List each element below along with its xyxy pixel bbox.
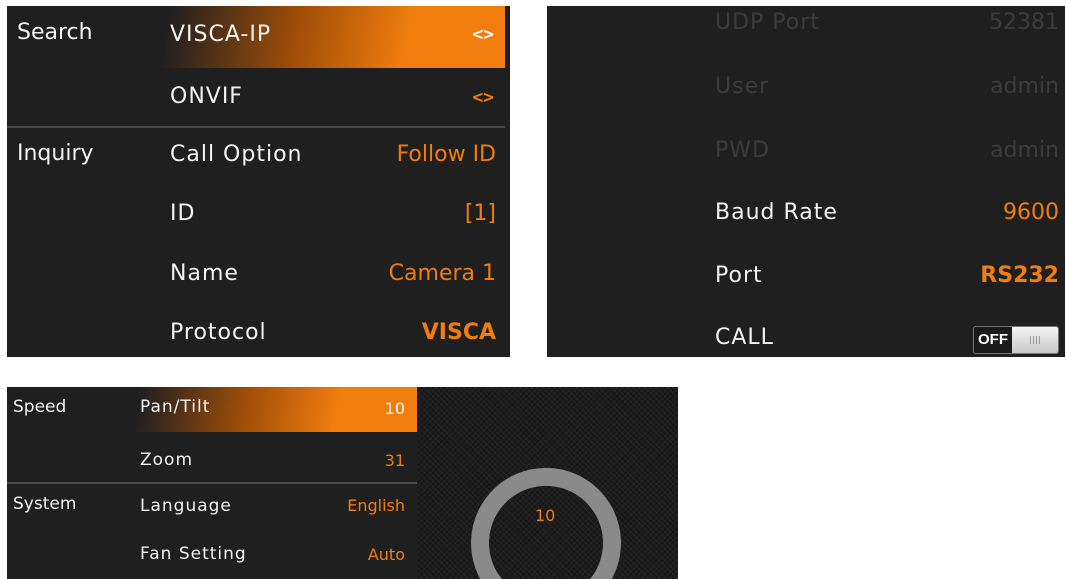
- menu-label-call: CALL: [715, 325, 774, 350]
- toggle-knob[interactable]: [1012, 327, 1058, 353]
- menu-row-visca-ip[interactable]: Search VISCA-IP <>: [7, 6, 510, 68]
- menu-panel-search-inquiry: Search VISCA-IP <> ONVIF <> Inquiry Call…: [7, 6, 510, 357]
- menu-row-onvif[interactable]: ONVIF <>: [7, 68, 510, 126]
- menu-label-id: ID: [170, 201, 196, 226]
- menu-value-fan-setting[interactable]: Auto: [368, 547, 405, 563]
- menu-value-id[interactable]: [1]: [465, 203, 496, 225]
- menu-label-udp-port: UDP Port: [715, 10, 820, 35]
- menu-row-id[interactable]: ID [1]: [7, 188, 510, 246]
- speed-dial-area: 10: [417, 387, 678, 579]
- menu-row-pan-tilt[interactable]: Speed Pan/Tilt 10: [7, 387, 417, 432]
- menu-label-language: Language: [140, 496, 232, 516]
- menu-value-port[interactable]: RS232: [980, 265, 1059, 287]
- section-label-inquiry: Inquiry: [17, 141, 94, 166]
- menu-label-pwd: PWD: [715, 138, 770, 163]
- menu-row-call-option[interactable]: Inquiry Call Option Follow ID: [7, 128, 510, 186]
- menu-value-baud-rate[interactable]: 9600: [1003, 202, 1059, 224]
- menu-value-pan-tilt[interactable]: 10: [385, 401, 405, 417]
- menu-label-zoom: Zoom: [140, 450, 194, 470]
- section-label-speed: Speed: [13, 397, 67, 417]
- dial-arc: [471, 468, 621, 579]
- call-toggle-switch[interactable]: OFF: [973, 326, 1059, 354]
- menu-value-pwd: admin: [990, 138, 1059, 163]
- menu-value-protocol[interactable]: VISCA: [422, 322, 496, 344]
- menu-value-name[interactable]: Camera 1: [389, 263, 496, 285]
- toggle-off-label: OFF: [974, 327, 1012, 353]
- menu-panel-speed-system: Speed Pan/Tilt 10 Zoom 31 System Languag…: [7, 387, 678, 579]
- left-right-arrows-icon[interactable]: <>: [472, 89, 494, 107]
- menu-label-fan-setting: Fan Setting: [140, 544, 247, 564]
- menu-row-fan-setting[interactable]: Fan Setting Auto: [7, 530, 417, 579]
- menu-label-pan-tilt: Pan/Tilt: [140, 397, 211, 417]
- menu-label-visca-ip: VISCA-IP: [170, 22, 272, 47]
- section-label-system: System: [13, 494, 77, 514]
- menu-value-language[interactable]: English: [347, 498, 405, 514]
- menu-value-zoom[interactable]: 31: [385, 453, 405, 469]
- menu-value-call-option[interactable]: Follow ID: [397, 144, 496, 166]
- speed-dial: [471, 468, 621, 579]
- menu-label-port: Port: [715, 263, 763, 288]
- left-right-arrows-icon[interactable]: <>: [472, 26, 494, 44]
- menu-label-call-option: Call Option: [170, 142, 303, 167]
- menu-row-baud-rate[interactable]: Baud Rate 9600: [547, 192, 1065, 250]
- menu-row-zoom[interactable]: Zoom 31: [7, 432, 417, 478]
- dial-value: 10: [535, 506, 556, 525]
- menu-label-baud-rate: Baud Rate: [715, 200, 838, 225]
- menu-row-user: User admin: [547, 68, 1065, 126]
- menu-panel-connection: UDP Port 52381 User admin PWD admin Baud…: [547, 6, 1065, 357]
- menu-label-user: User: [715, 74, 770, 99]
- menu-label-name: Name: [170, 261, 239, 286]
- menu-row-udp-port: UDP Port 52381: [547, 6, 1065, 64]
- menu-row-port[interactable]: Port RS232: [547, 254, 1065, 312]
- menu-label-onvif: ONVIF: [170, 84, 243, 109]
- menu-row-pwd: PWD admin: [547, 130, 1065, 188]
- menu-row-language[interactable]: System Language English: [7, 484, 417, 530]
- menu-value-user: admin: [990, 74, 1059, 99]
- menu-label-protocol: Protocol: [170, 320, 267, 345]
- menu-value-udp-port: 52381: [989, 10, 1059, 35]
- menu-row-call[interactable]: CALL OFF: [547, 316, 1065, 357]
- menu-row-protocol[interactable]: Protocol VISCA: [7, 308, 510, 357]
- menu-row-name[interactable]: Name Camera 1: [7, 248, 510, 306]
- grip-icon: [1030, 336, 1040, 344]
- section-label-search: Search: [17, 20, 93, 45]
